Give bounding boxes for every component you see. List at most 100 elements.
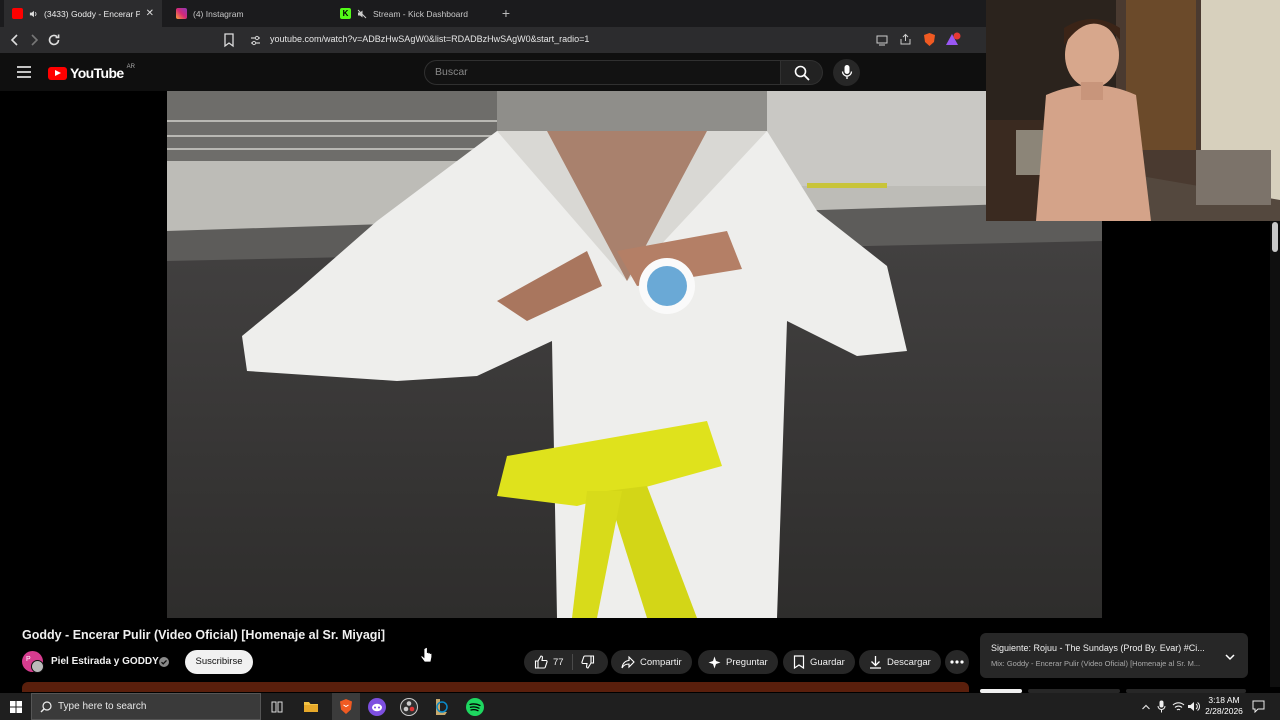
speaker-icon	[29, 10, 37, 17]
youtube-logo[interactable]: YouTube AR	[48, 64, 135, 81]
bookmark-button[interactable]	[222, 32, 236, 48]
tab-instagram[interactable]: (4) Instagram	[168, 0, 328, 27]
system-clock[interactable]: 3:18 AM 2/28/2026	[1198, 695, 1250, 717]
more-actions-button[interactable]	[945, 650, 969, 674]
url-text: youtube.com/watch?v=ADBzHwSAgW0&list=RDA…	[270, 34, 590, 44]
chevron-down-icon	[1225, 654, 1235, 661]
brave-rewards-icon[interactable]	[945, 32, 961, 47]
search-placeholder: Buscar	[435, 66, 468, 78]
cast-icon[interactable]	[876, 34, 888, 46]
up-next-subtitle: Mix: Goddy - Encerar Pulir (Video Oficia…	[991, 659, 1201, 668]
up-next-expand-button[interactable]	[1223, 650, 1237, 664]
back-arrow-icon	[10, 34, 18, 46]
like-divider	[571, 654, 573, 670]
spotify-icon	[466, 698, 484, 716]
channel-avatar-secondary[interactable]	[31, 660, 44, 673]
bookmark-save-icon	[793, 655, 805, 669]
league-of-legends-icon	[436, 699, 448, 715]
download-label: Descargar	[887, 656, 931, 668]
discord-icon	[368, 698, 386, 716]
like-count: 77	[553, 656, 564, 668]
download-icon	[870, 656, 881, 669]
obs-button[interactable]	[399, 697, 419, 717]
save-label: Guardar	[810, 656, 845, 668]
spotify-button[interactable]	[465, 697, 485, 717]
download-button[interactable]: Descargar	[859, 650, 941, 674]
folder-icon	[304, 702, 318, 712]
share-label: Compartir	[640, 656, 682, 668]
voice-search-button[interactable]	[833, 59, 860, 86]
ask-button[interactable]: Preguntar	[698, 650, 778, 674]
reload-icon	[48, 34, 60, 46]
muted-speaker-icon	[357, 9, 367, 18]
windows-logo-icon	[10, 701, 22, 713]
site-settings-icon[interactable]	[250, 35, 261, 46]
up-next-title: Siguiente: Rojuu - The Sundays (Prod By.…	[991, 643, 1205, 653]
webcam-overlay	[986, 0, 1280, 221]
kick-favicon-icon: K	[340, 8, 351, 19]
ask-label: Preguntar	[726, 656, 768, 668]
like-dislike-group: 77	[524, 650, 608, 674]
video-title: Goddy - Encerar Pulir (Video Oficial) [H…	[22, 628, 386, 642]
brave-shields-icon[interactable]	[922, 32, 937, 47]
start-button[interactable]	[10, 701, 22, 713]
share-arrow-icon	[621, 655, 635, 668]
notification-icon	[1252, 700, 1265, 713]
brave-lion-icon	[340, 699, 352, 714]
reload-button[interactable]	[45, 31, 63, 49]
back-button[interactable]	[6, 31, 24, 49]
video-player[interactable]	[167, 91, 1102, 618]
chevron-up-icon	[1142, 704, 1150, 710]
clock-time: 3:18 AM	[1208, 695, 1240, 705]
mouse-cursor-icon	[419, 647, 433, 665]
country-code: AR	[126, 64, 135, 70]
new-tab-button[interactable]: +	[497, 4, 515, 22]
youtube-logo-text: YouTube	[70, 65, 124, 81]
file-explorer-button[interactable]	[301, 697, 321, 717]
hamburger-menu-icon	[17, 66, 31, 78]
brave-browser-button[interactable]	[336, 697, 356, 717]
tab-label: (3433) Goddy - Encerar Pulir (	[44, 8, 140, 19]
microphone-icon	[841, 65, 852, 79]
notifications-button[interactable]	[1252, 700, 1265, 713]
tab-kick[interactable]: K Stream - Kick Dashboard	[332, 0, 492, 27]
dislike-button[interactable]	[580, 655, 595, 669]
taskbar-search-placeholder: Type here to search	[58, 701, 147, 712]
tab-youtube[interactable]: (3433) Goddy - Encerar Pulir ( ✕	[4, 0, 162, 27]
up-next-card[interactable]	[980, 633, 1248, 678]
league-client-button[interactable]	[431, 697, 451, 717]
channel-name[interactable]: Piel Estirada y GODDY	[51, 656, 159, 667]
page-scrollbar-thumb[interactable]	[1272, 222, 1278, 252]
guide-menu-button[interactable]	[17, 66, 31, 78]
show-hidden-icons-button[interactable]	[1141, 702, 1151, 712]
forward-button[interactable]	[25, 31, 43, 49]
subscribe-button[interactable]: Suscribirse	[185, 650, 253, 674]
search-input[interactable]	[424, 60, 781, 85]
youtube-play-logo-icon	[48, 66, 67, 80]
discord-button[interactable]	[367, 697, 387, 717]
network-icon[interactable]	[1172, 701, 1185, 712]
description-box[interactable]	[22, 682, 969, 692]
youtube-favicon-icon	[12, 8, 23, 19]
share-button[interactable]: Compartir	[611, 650, 692, 674]
save-button[interactable]: Guardar	[783, 650, 855, 674]
more-horizontal-icon	[950, 660, 964, 664]
video-frame	[167, 91, 1102, 618]
search-icon	[794, 65, 810, 81]
webcam-feed	[986, 0, 1280, 221]
clock-date: 2/28/2026	[1205, 706, 1243, 716]
task-view-button[interactable]	[267, 697, 287, 717]
share-page-icon[interactable]	[899, 33, 912, 46]
tab-label: (4) Instagram	[193, 8, 244, 19]
sparkle-icon	[708, 656, 721, 668]
instagram-favicon-icon	[176, 8, 187, 19]
thumbs-down-icon	[580, 655, 594, 669]
bookmark-icon	[224, 33, 234, 48]
like-button[interactable]: 77	[534, 655, 564, 669]
taskbar-search-icon	[40, 701, 52, 713]
close-tab-icon[interactable]: ✕	[146, 8, 154, 19]
search-button[interactable]	[781, 60, 823, 85]
obs-record-icon	[400, 698, 418, 716]
microphone-tray-icon[interactable]	[1157, 700, 1166, 713]
forward-arrow-icon	[31, 34, 39, 46]
